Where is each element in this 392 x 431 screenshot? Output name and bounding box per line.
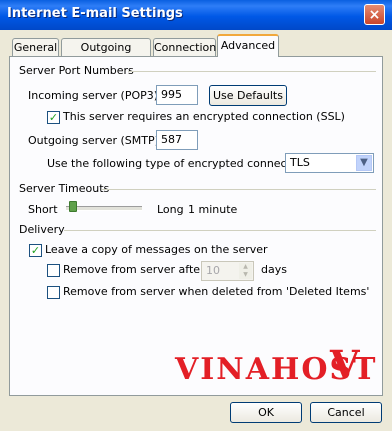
- days-label: days: [261, 263, 287, 276]
- tab-general[interactable]: General: [12, 38, 59, 56]
- encryption-type-value: TLS: [290, 156, 310, 169]
- section-divider: [128, 71, 376, 72]
- close-button[interactable]: ×: [364, 4, 385, 25]
- leave-copy-label: Leave a copy of messages on the server: [45, 243, 268, 256]
- remove-after-label: Remove from server after: [63, 263, 205, 276]
- remove-deleted-checkbox[interactable]: [47, 286, 60, 299]
- chevron-down-icon[interactable]: ▼: [356, 155, 372, 171]
- ok-button[interactable]: OK: [230, 402, 302, 423]
- timeout-short-label: Short: [28, 203, 58, 216]
- remove-after-days-stepper[interactable]: 10 ▲ ▼: [201, 261, 254, 281]
- check-icon: ✓: [48, 111, 59, 124]
- encryption-type-select[interactable]: TLS ▼: [285, 153, 374, 173]
- chevron-up-icon[interactable]: ▲: [239, 263, 252, 271]
- check-icon: ✓: [30, 244, 41, 257]
- timeout-slider-thumb[interactable]: [69, 201, 78, 212]
- watermark-check-icon: V: [330, 342, 360, 387]
- outgoing-server-label: Outgoing server (SMTP):: [28, 134, 163, 147]
- remove-deleted-label: Remove from server when deleted from 'De…: [63, 285, 370, 298]
- close-icon: ×: [368, 7, 381, 23]
- remove-after-checkbox[interactable]: [47, 264, 60, 277]
- ssl-label: This server requires an encrypted connec…: [63, 110, 345, 123]
- section-divider: [102, 189, 376, 190]
- title-bar[interactable]: Internet E-mail Settings ×: [0, 0, 392, 30]
- window-title: Internet E-mail Settings: [7, 6, 183, 21]
- chevron-down-icon[interactable]: ▼: [239, 271, 252, 279]
- timeout-slider-track[interactable]: [66, 206, 142, 211]
- cancel-button[interactable]: Cancel: [310, 402, 382, 423]
- use-defaults-button[interactable]: Use Defaults: [209, 85, 287, 106]
- section-delivery-label: Delivery: [19, 223, 65, 236]
- section-timeouts-label: Server Timeouts: [19, 182, 110, 195]
- section-server-ports-label: Server Port Numbers: [19, 64, 134, 77]
- stepper-arrows[interactable]: ▲ ▼: [239, 263, 252, 279]
- remove-after-days-value: 10: [206, 264, 220, 277]
- timeout-value-label: 1 minute: [188, 203, 238, 216]
- tab-connection[interactable]: Connection: [153, 38, 216, 56]
- outgoing-port-input[interactable]: 587: [156, 130, 198, 150]
- advanced-tab-panel: Server Port Numbers Incoming server (POP…: [9, 56, 383, 396]
- dialog-window: Internet E-mail Settings × General Outgo…: [0, 0, 392, 431]
- timeout-long-label: Long: [157, 203, 184, 216]
- tab-outgoing-server[interactable]: Outgoing Server: [61, 38, 151, 72]
- tab-advanced[interactable]: Advanced: [217, 34, 279, 57]
- incoming-server-label: Incoming server (POP3):: [28, 89, 162, 102]
- section-divider: [64, 230, 376, 231]
- incoming-port-input[interactable]: 995: [156, 85, 198, 105]
- encryption-type-label: Use the following type of encrypted conn…: [47, 157, 312, 170]
- leave-copy-checkbox[interactable]: ✓: [29, 244, 42, 257]
- ssl-checkbox[interactable]: ✓: [47, 111, 60, 124]
